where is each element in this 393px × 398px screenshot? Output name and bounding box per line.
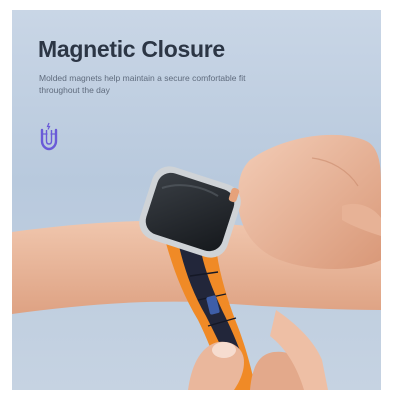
description: Molded magnets help maintain a secure co…	[39, 73, 246, 95]
magnet-icon	[40, 122, 58, 151]
fingernail	[212, 342, 236, 358]
product-photo	[12, 134, 381, 390]
product-banner: Magnetic Closure Molded magnets help mai…	[12, 10, 381, 390]
headline: Magnetic Closure	[38, 36, 225, 62]
